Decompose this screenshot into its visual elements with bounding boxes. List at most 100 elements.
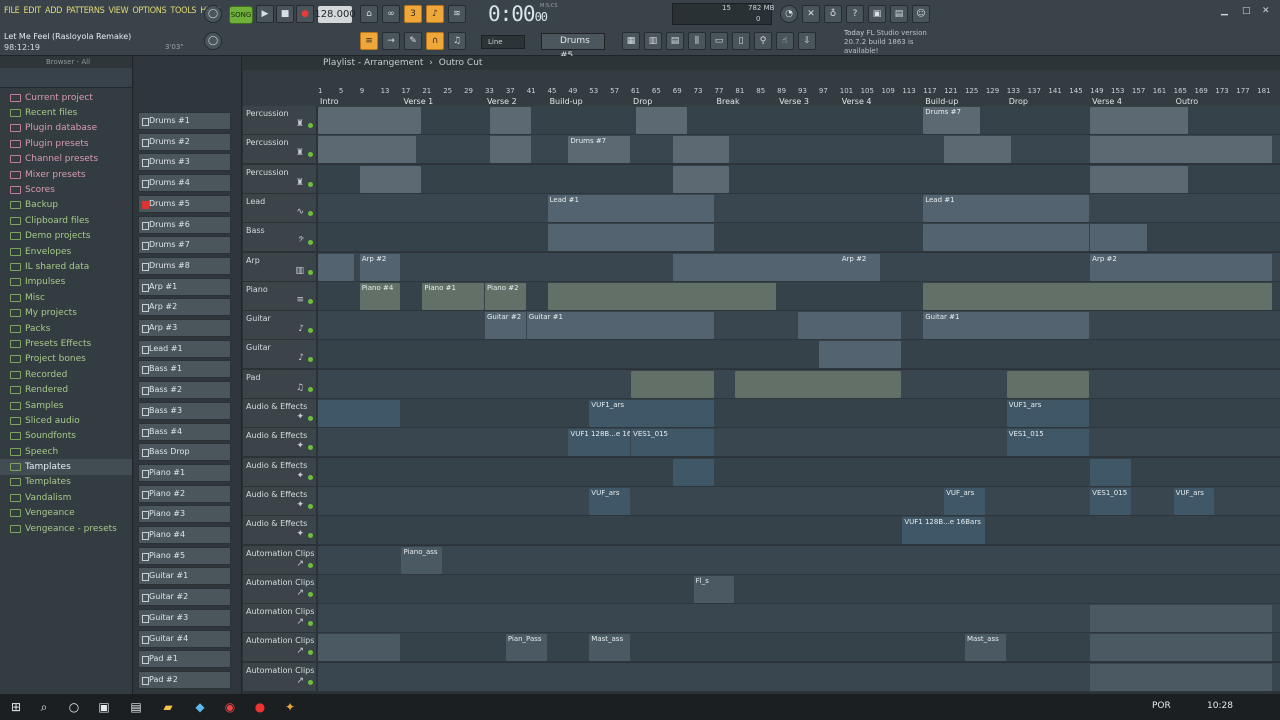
windows-start-icon[interactable]: ⊞ bbox=[8, 699, 24, 715]
picker-item[interactable]: Bass #4 bbox=[138, 422, 231, 441]
playlist-clip[interactable]: VES1_015 bbox=[1090, 487, 1131, 515]
track-mute-led[interactable] bbox=[308, 621, 313, 627]
playlist-clip[interactable]: Arp #2 bbox=[839, 253, 881, 281]
track-mute-led[interactable] bbox=[308, 445, 313, 451]
playlist-clip[interactable] bbox=[735, 370, 902, 398]
playlist-clip[interactable] bbox=[636, 107, 688, 134]
time-marker[interactable]: Build-up bbox=[925, 97, 958, 106]
tempo-display[interactable]: 128.000 bbox=[314, 6, 356, 23]
picker-item[interactable]: Guitar #2 bbox=[138, 588, 231, 607]
playlist-clip[interactable] bbox=[1090, 634, 1272, 662]
browser-item[interactable]: Templates bbox=[0, 475, 132, 490]
picker-item[interactable]: Piano #3 bbox=[138, 505, 231, 524]
playlist-clip[interactable]: Guitar #1 bbox=[923, 312, 1090, 340]
picker-item[interactable]: Bass #3 bbox=[138, 401, 231, 420]
browser-item[interactable]: Vengeance - presets bbox=[0, 521, 132, 536]
picker-item[interactable]: Drums #1 bbox=[138, 112, 231, 130]
browser-item[interactable]: Plugin database bbox=[0, 121, 132, 136]
picker-item[interactable]: Piano #1 bbox=[138, 463, 231, 482]
browser-item[interactable]: Rendered bbox=[0, 382, 132, 397]
picker-item[interactable]: Guitar #3 bbox=[138, 608, 231, 627]
playlist-clip[interactable] bbox=[923, 282, 1272, 310]
time-marker[interactable]: Intro bbox=[320, 97, 339, 106]
playlist-clip[interactable]: Drums #7 bbox=[923, 107, 980, 134]
track-header[interactable]: Percussion ♜ bbox=[243, 135, 316, 165]
track-mute-led[interactable] bbox=[308, 562, 313, 568]
browser-item[interactable]: Envelopes bbox=[0, 244, 132, 259]
playlist-clip[interactable]: VUF1 128B...e 16Bars bbox=[568, 429, 631, 457]
playlist-clip[interactable] bbox=[547, 224, 714, 252]
track-mute-led[interactable] bbox=[308, 503, 313, 509]
record-button[interactable]: ● bbox=[296, 5, 314, 23]
playlist-clip[interactable] bbox=[1090, 458, 1131, 486]
playlist-clip[interactable]: VUF1_ars bbox=[1006, 400, 1090, 427]
browser-item[interactable]: Packs bbox=[0, 321, 132, 336]
track-lane[interactable]: Piano_ass bbox=[318, 545, 1280, 575]
headphones-icon[interactable]: ♫ bbox=[448, 32, 466, 50]
picker-item[interactable]: Piano #4 bbox=[138, 526, 231, 544]
playlist-clip[interactable] bbox=[1090, 136, 1272, 164]
playlist-clip[interactable] bbox=[318, 107, 422, 134]
track-lane[interactable] bbox=[318, 164, 1280, 194]
pitch-knob-icon[interactable]: ◔ bbox=[780, 5, 798, 23]
language-indicator[interactable]: POR bbox=[1152, 701, 1171, 711]
track-mute-led[interactable] bbox=[308, 181, 313, 187]
track-lane[interactable] bbox=[318, 223, 1280, 253]
picker-item[interactable]: Guitar #4 bbox=[138, 629, 231, 648]
plug-icon[interactable]: ⚲ bbox=[754, 32, 772, 50]
track-header[interactable]: Audio & Effects ✦ bbox=[243, 428, 316, 458]
browser-item[interactable]: Demo projects bbox=[0, 229, 132, 244]
playlist-clip[interactable] bbox=[631, 370, 714, 398]
song-position[interactable]: 0:0000 bbox=[488, 2, 548, 26]
browser-item[interactable]: Clipboard files bbox=[0, 213, 132, 228]
playlist-breadcrumb[interactable]: Outro Cut bbox=[439, 58, 483, 68]
track-lane[interactable]: Guitar #2 Guitar #1 Guitar #1 bbox=[318, 311, 1280, 341]
track-lane[interactable] bbox=[318, 340, 1280, 370]
track-lane[interactable]: Drums #7 bbox=[318, 135, 1280, 165]
playlist-clip[interactable] bbox=[1090, 107, 1189, 134]
track-header[interactable]: Automation Clips ↗ bbox=[243, 604, 316, 634]
browser-item[interactable]: IL shared data bbox=[0, 259, 132, 274]
picker-item[interactable]: Guitar #1 bbox=[138, 567, 231, 586]
time-marker[interactable]: Outro bbox=[1176, 97, 1199, 106]
browser-item[interactable]: Channel presets bbox=[0, 152, 132, 167]
playlist-clip[interactable] bbox=[923, 224, 1090, 252]
pencil-icon[interactable]: ✎ bbox=[404, 32, 422, 50]
playlist-clip[interactable]: VUF_ars bbox=[589, 487, 631, 515]
picker-item[interactable]: Arp #1 bbox=[138, 277, 231, 296]
track-lane[interactable] bbox=[318, 369, 1280, 399]
track-mute-led[interactable] bbox=[308, 357, 313, 363]
track-header[interactable]: Lead ∿ bbox=[243, 193, 316, 223]
browser-item[interactable]: Impulses bbox=[0, 275, 132, 290]
picker-item[interactable]: Drums #7 bbox=[138, 236, 231, 255]
browser-item[interactable]: Recent files bbox=[0, 105, 132, 120]
playlist-clip[interactable] bbox=[547, 282, 777, 310]
track-mute-led[interactable] bbox=[308, 386, 313, 392]
picker-item[interactable]: Drums #5 bbox=[138, 194, 231, 213]
time-marker[interactable]: Drop bbox=[633, 97, 652, 106]
playlist-clip[interactable]: Piano #1 bbox=[422, 282, 484, 310]
picker-item[interactable]: Drums #2 bbox=[138, 132, 231, 151]
wait-input-icon[interactable]: ∞ bbox=[382, 5, 400, 23]
playlist-clip[interactable] bbox=[1090, 165, 1189, 193]
app-icon[interactable]: ◆ bbox=[192, 699, 208, 715]
playlist-clip[interactable] bbox=[318, 634, 401, 662]
minimize-icon[interactable]: ▁ bbox=[1221, 6, 1228, 16]
browser-item[interactable]: Tamplates bbox=[0, 459, 132, 475]
pattern-song-toggle[interactable]: SONG bbox=[229, 6, 253, 24]
playlist-clip[interactable]: Arp #2 bbox=[1090, 253, 1272, 281]
track-mute-led[interactable] bbox=[308, 474, 313, 480]
browser-item[interactable]: Misc bbox=[0, 290, 132, 305]
playlist-clip[interactable] bbox=[1090, 224, 1147, 252]
picker-item[interactable]: Piano #5 bbox=[138, 546, 231, 565]
master-volume-knob[interactable]: ◯ bbox=[204, 32, 222, 50]
tools-icon[interactable]: ✕ bbox=[802, 5, 820, 23]
store-icon[interactable]: ▤ bbox=[128, 699, 144, 715]
browser-item[interactable]: Project bones bbox=[0, 352, 132, 367]
playlist-clip[interactable]: Guitar #1 bbox=[526, 312, 714, 340]
track-mute-led[interactable] bbox=[308, 533, 313, 539]
playlist-clip[interactable]: Piano #4 bbox=[359, 282, 401, 310]
file-explorer-icon[interactable]: ▰ bbox=[160, 699, 176, 715]
track-mute-led[interactable] bbox=[308, 269, 313, 275]
browser-item[interactable]: Soundfonts bbox=[0, 429, 132, 444]
